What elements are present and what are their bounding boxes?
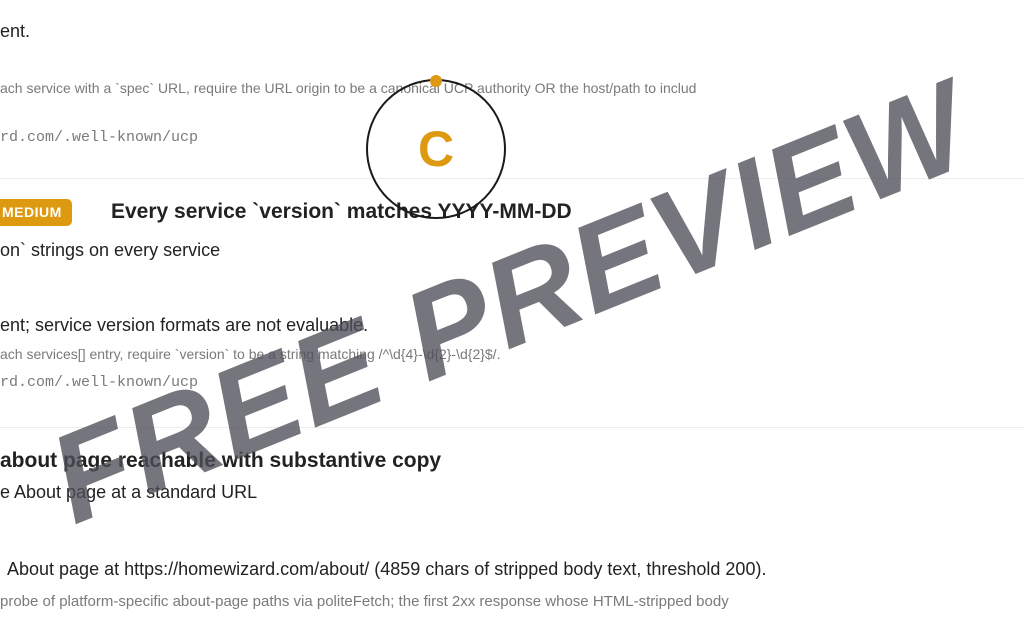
- severity-badge-medium: MEDIUM: [0, 199, 72, 226]
- section-divider: [0, 178, 1025, 179]
- report-page: ent. ach service with a `spec` URL, requ…: [0, 0, 1025, 625]
- check-1-result: ent.: [0, 21, 31, 41]
- section-divider: [0, 427, 1025, 428]
- grade-letter: C: [417, 121, 455, 177]
- check-2-detail: ach services[] entry, require `version` …: [0, 346, 501, 362]
- check-3-title: about page reachable with substantive co…: [0, 449, 442, 472]
- check-1-detail: ach service with a `spec` URL, require t…: [0, 80, 697, 96]
- check-1-source-url: rd.com/.well-known/ucp: [0, 129, 199, 146]
- check-2-subtitle: on` strings on every service: [0, 240, 221, 260]
- check-3-result: About page at https://homewizard.com/abo…: [7, 559, 767, 579]
- check-2-result: ent; service version formats are not eva…: [0, 315, 369, 335]
- check-3-subtitle: e About page at a standard URL: [0, 482, 258, 502]
- free-preview-watermark: FREE PREVIEW: [31, 53, 989, 551]
- check-2-source-url: rd.com/.well-known/ucp: [0, 374, 199, 391]
- check-3-detail: probe of platform-specific about-page pa…: [0, 593, 729, 610]
- grade-circle: C: [366, 75, 506, 219]
